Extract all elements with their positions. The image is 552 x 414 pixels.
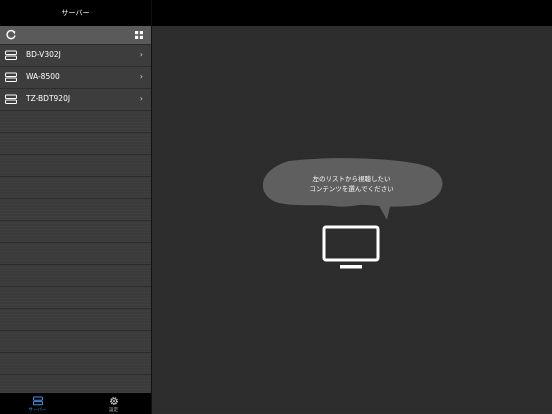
instruction-message: 左のリストから視聴したい コンテンツを選んでください (259, 174, 444, 194)
server-icon (32, 396, 43, 406)
empty-row (0, 353, 151, 375)
main-header (152, 0, 552, 26)
server-icon (5, 50, 17, 60)
server-icon (5, 94, 17, 104)
tv-icon (322, 225, 380, 269)
sidebar-header: サーバー (0, 0, 151, 26)
server-row-bd-v302j[interactable]: BD-V302J › (0, 45, 151, 67)
tab-label: 設定 (109, 408, 118, 413)
server-name: BD-V302J (26, 50, 61, 59)
instruction-line-1: 左のリストから視聴したい (312, 175, 391, 183)
empty-row (0, 331, 151, 353)
tab-label: サーバー (28, 408, 47, 413)
main-panel: 左のリストから視聴したい コンテンツを選んでください (152, 0, 552, 414)
tab-server[interactable]: サーバー (0, 393, 75, 414)
empty-row (0, 265, 151, 287)
tab-settings[interactable]: 設定 (76, 393, 151, 414)
grid-view-icon[interactable] (134, 30, 144, 40)
empty-row (0, 111, 151, 133)
server-name: TZ-BDT920J (26, 94, 71, 103)
server-icon (5, 72, 17, 82)
gear-icon (109, 396, 118, 406)
chevron-right-icon: › (139, 94, 143, 103)
chevron-right-icon: › (139, 72, 143, 81)
tab-bar: サーバー 設定 (0, 393, 151, 414)
sidebar-toolbar (0, 26, 151, 45)
server-row-tz-bdt920j[interactable]: TZ-BDT920J › (0, 89, 151, 111)
empty-row (0, 287, 151, 309)
empty-row (0, 177, 151, 199)
server-name: WA-8500 (26, 72, 60, 81)
sidebar-title: サーバー (61, 9, 90, 17)
empty-row (0, 199, 151, 221)
server-list: BD-V302J › WA-8500 › TZ-BDT920J › (0, 45, 151, 397)
empty-row (0, 243, 151, 265)
chevron-right-icon: › (139, 50, 143, 59)
empty-row (0, 309, 151, 331)
sidebar: サーバー BD-V302J › WA-8500 › TZ-BDT920J › サ… (0, 0, 151, 414)
empty-row (0, 221, 151, 243)
instruction-line-2: コンテンツを選んでください (309, 185, 394, 193)
empty-row (0, 155, 151, 177)
server-row-wa-8500[interactable]: WA-8500 › (0, 67, 151, 89)
refresh-icon[interactable] (5, 29, 17, 41)
empty-row (0, 133, 151, 155)
